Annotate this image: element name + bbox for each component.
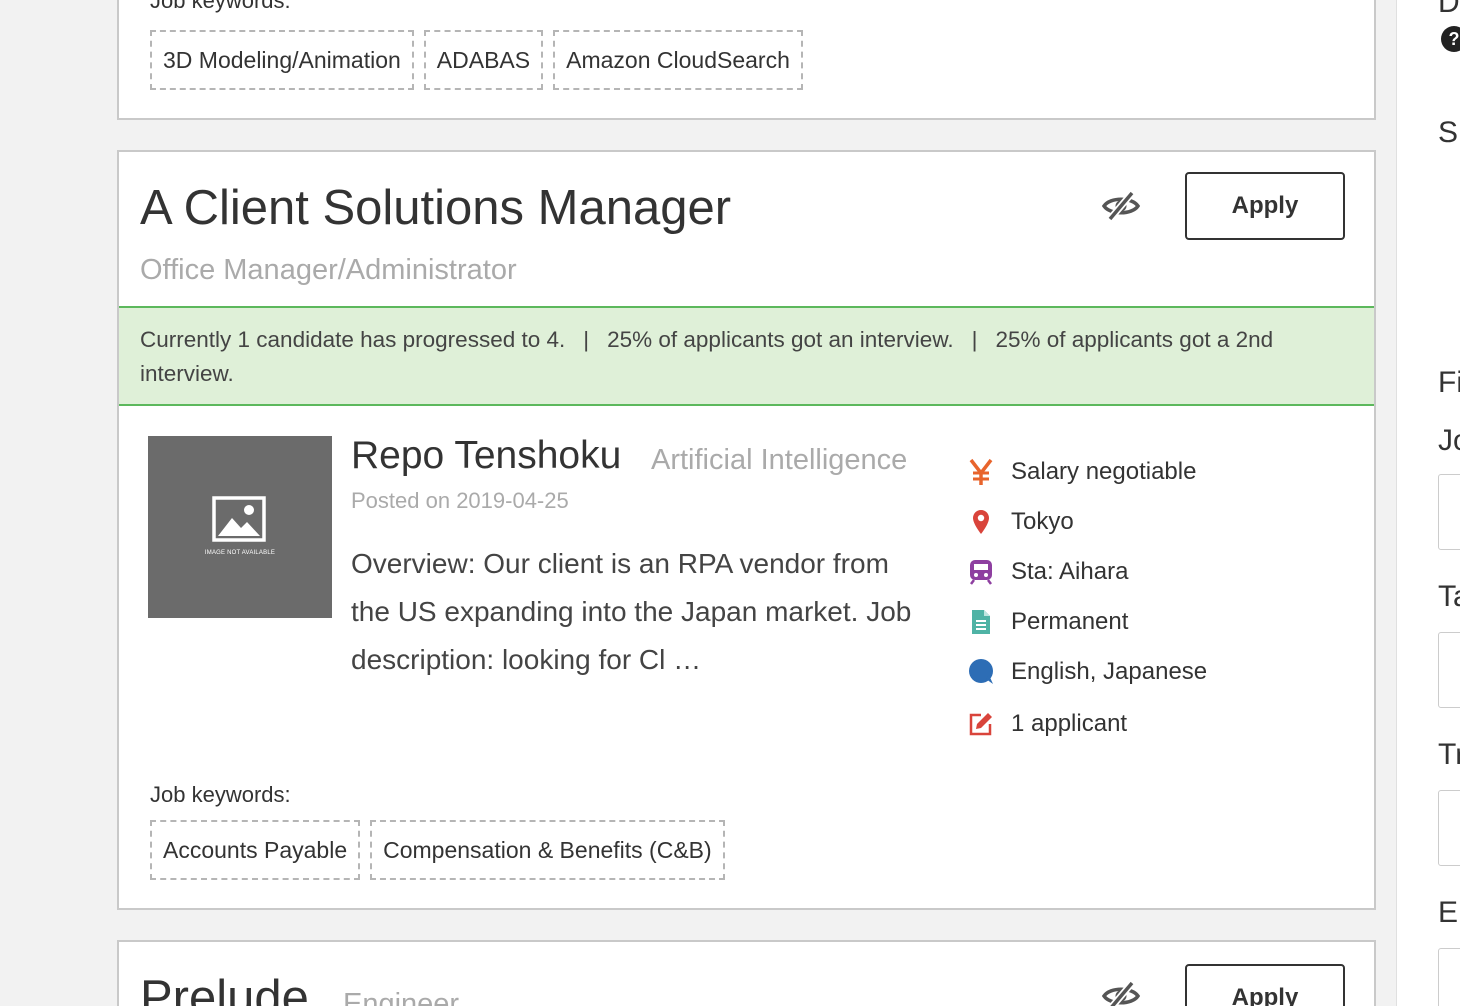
filter-heading: Fi	[1438, 366, 1460, 399]
image-placeholder-icon	[212, 496, 266, 542]
filter-input[interactable]	[1438, 474, 1460, 550]
image-not-available-text: IMAGE NOT AVAILABLE	[204, 550, 276, 556]
company-logo-placeholder: IMAGE NOT AVAILABLE	[148, 436, 332, 618]
progress-stats-bar: Currently 1 candidate has progressed to …	[119, 306, 1374, 406]
filter-label: Jo	[1438, 424, 1460, 457]
map-pin-icon	[967, 508, 995, 536]
job-title[interactable]: A Client Solutions Manager	[140, 180, 731, 236]
detail-location: Tokyo	[967, 502, 1287, 542]
posted-date: Posted on 2019-04-25	[351, 488, 569, 513]
keyword-tag[interactable]: Accounts Payable	[150, 820, 361, 880]
company-industry: Artificial Intelligence	[651, 444, 908, 476]
job-category: Engineer	[343, 988, 460, 1006]
job-card-previous: Job keywords: 3D Modeling/Animation ADAB…	[117, 0, 1376, 120]
filter-sidebar: D ? Sl Fi Jo Ta Tr En	[1396, 0, 1460, 1006]
filter-input[interactable]	[1438, 632, 1460, 708]
document-icon	[967, 608, 995, 636]
filter-input[interactable]	[1438, 790, 1460, 866]
job-keywords-label: Job keywords:	[150, 782, 291, 807]
stat-separator: |	[971, 327, 978, 352]
speech-bubble-icon	[967, 658, 995, 686]
detail-station: Sta: Aihara	[967, 552, 1287, 592]
stat-interview: 25% of applicants got an interview.	[607, 327, 954, 352]
sidebar-heading: Sl	[1438, 116, 1460, 149]
train-icon	[967, 558, 995, 586]
filter-input[interactable]	[1438, 948, 1460, 1006]
detail-applicants: 1 applicant	[967, 704, 1287, 744]
apply-button[interactable]: Apply	[1185, 172, 1345, 240]
sidebar-heading: D	[1438, 0, 1460, 19]
help-icon[interactable]: ?	[1441, 26, 1460, 52]
filter-label: En	[1438, 896, 1460, 929]
keyword-tag[interactable]: Compensation & Benefits (C&B)	[370, 820, 725, 880]
job-keywords-list: Accounts Payable Compensation & Benefits…	[150, 820, 725, 880]
detail-languages: English, Japanese	[967, 652, 1287, 692]
filter-label: Ta	[1438, 580, 1460, 613]
job-category: Office Manager/Administrator	[140, 254, 517, 286]
edit-icon	[967, 710, 995, 738]
job-keywords-list: 3D Modeling/Animation ADABAS Amazon Clou…	[150, 30, 803, 90]
detail-contract: Permanent	[967, 602, 1287, 642]
filter-label: Tr	[1438, 738, 1460, 771]
keyword-tag[interactable]: 3D Modeling/Animation	[150, 30, 414, 90]
hide-job-icon[interactable]	[1101, 978, 1141, 1006]
keyword-tag[interactable]: ADABAS	[423, 30, 544, 90]
job-overview: Overview: Our client is an RPA vendor fr…	[351, 548, 912, 675]
job-card: A Client Solutions Manager Office Manage…	[117, 150, 1376, 910]
detail-salary: Salary negotiable	[967, 452, 1287, 492]
job-keywords-label: Job keywords:	[150, 0, 291, 13]
keyword-tag[interactable]: Amazon CloudSearch	[553, 30, 803, 90]
job-card-next: Prelude Engineer Apply	[117, 940, 1376, 1006]
stat-progressed: Currently 1 candidate has progressed to …	[140, 327, 566, 352]
stat-separator: |	[583, 327, 590, 352]
yen-icon	[967, 458, 995, 486]
job-title[interactable]: Prelude	[140, 970, 309, 1006]
apply-button[interactable]: Apply	[1185, 964, 1345, 1006]
company-name[interactable]: Repo Tenshoku	[351, 434, 621, 478]
hide-job-icon[interactable]	[1101, 188, 1141, 224]
